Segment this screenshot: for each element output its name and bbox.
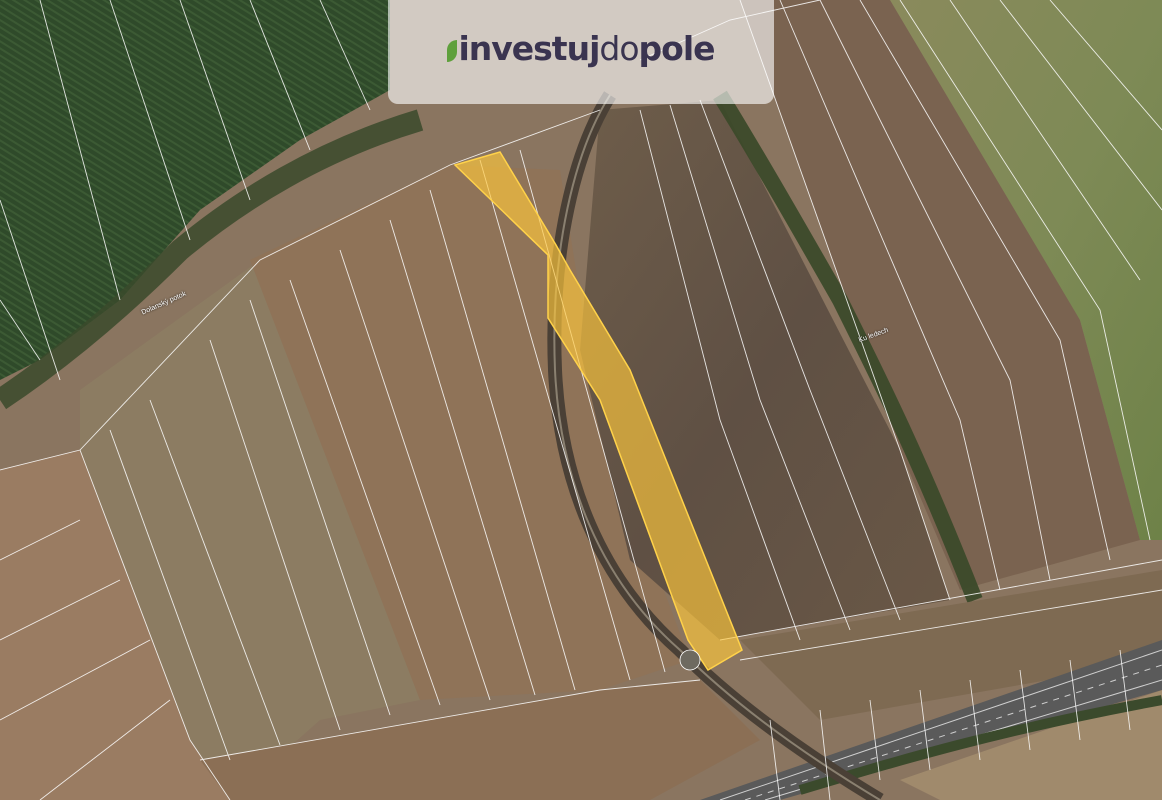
logo-word-pole: pole	[638, 28, 716, 68]
logo-word-investuj: investuj	[458, 28, 600, 68]
logo-word-do: do	[599, 28, 639, 68]
satellite-map[interactable]	[0, 0, 1162, 800]
brand-logo[interactable]: investujdopole	[447, 28, 716, 68]
logo-banner: investujdopole	[388, 0, 774, 104]
map-view[interactable]: Dolanský potok Ku ledech investujdopole	[0, 0, 1162, 800]
leaf-icon	[447, 39, 458, 62]
